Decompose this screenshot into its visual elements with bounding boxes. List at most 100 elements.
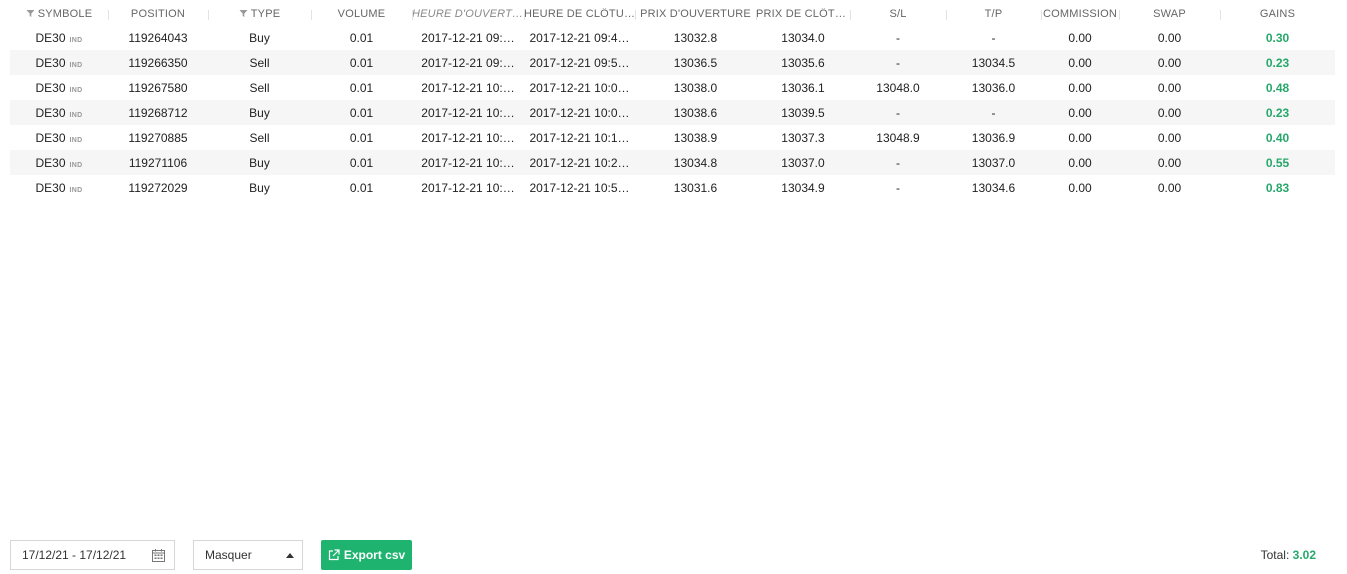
symbol-code: DE30 bbox=[35, 105, 66, 120]
column-header-volume[interactable]: VOLUME bbox=[311, 8, 412, 20]
column-label-tp: T/P bbox=[984, 8, 1003, 20]
symbol-tag: IND bbox=[69, 36, 83, 44]
column-label-volume: VOLUME bbox=[337, 8, 386, 20]
cell-close-time: 2017-12-21 10:0… bbox=[529, 105, 630, 120]
cell-position: 119264043 bbox=[128, 30, 188, 45]
visibility-select-value: Masquer bbox=[205, 548, 252, 562]
column-header-swap[interactable]: SWAP bbox=[1119, 8, 1220, 20]
export-icon bbox=[328, 549, 340, 561]
symbol-tag: IND bbox=[69, 161, 83, 169]
cell-open-price: 13038.0 bbox=[673, 80, 718, 95]
cell-swap: 0.00 bbox=[1157, 155, 1182, 170]
cell-close-time: 2017-12-21 10:2… bbox=[529, 155, 630, 170]
column-label-close-price: PRIX DE CLÔTURE bbox=[756, 8, 850, 20]
table-row[interactable]: DE30 IND 119271106 Buy 0.01 2017-12-21 10… bbox=[10, 150, 1335, 175]
cell-close-price: 13037.3 bbox=[781, 130, 825, 145]
symbol-code: DE30 bbox=[35, 30, 66, 45]
table-row[interactable]: DE30 IND 119264043 Buy 0.01 2017-12-21 09… bbox=[10, 25, 1335, 50]
column-header-commission[interactable]: COMMISSION bbox=[1041, 8, 1119, 20]
column-header-tp[interactable]: T/P bbox=[946, 8, 1041, 20]
cell-commission: 0.00 bbox=[1068, 155, 1092, 170]
cell-commission: 0.00 bbox=[1068, 55, 1092, 70]
cell-close-time: 2017-12-21 10:5… bbox=[529, 180, 630, 195]
column-label-commission: COMMISSION bbox=[1042, 8, 1118, 20]
cell-tp: 13034.5 bbox=[971, 55, 1016, 70]
column-header-open-time[interactable]: HEURE D'OUVERTURE bbox=[412, 8, 524, 20]
cell-swap: 0.00 bbox=[1157, 130, 1182, 145]
cell-open-time: 2017-12-21 10:… bbox=[421, 130, 515, 145]
column-label-gains: GAINS bbox=[1259, 8, 1296, 20]
table-row[interactable]: DE30 IND 119268712 Buy 0.01 2017-12-21 10… bbox=[10, 100, 1335, 125]
cell-open-time: 2017-12-21 09:… bbox=[421, 55, 515, 70]
cell-volume: 0.01 bbox=[349, 155, 374, 170]
cell-volume: 0.01 bbox=[349, 80, 374, 95]
cell-type: Sell bbox=[249, 130, 270, 145]
cell-open-time: 2017-12-21 10:… bbox=[421, 180, 515, 195]
column-label-close-time: HEURE DE CLÔTURE bbox=[524, 8, 635, 20]
table-row[interactable]: DE30 IND 119267580 Sell 0.01 2017-12-21 1… bbox=[10, 75, 1335, 100]
cell-gains: 0.55 bbox=[1265, 155, 1290, 170]
cell-close-time: 2017-12-21 10:1… bbox=[529, 130, 630, 145]
cell-position: 119266350 bbox=[128, 55, 188, 70]
cell-close-price: 13037.0 bbox=[781, 155, 825, 170]
cell-sl: - bbox=[896, 55, 900, 70]
cell-gains: 0.83 bbox=[1265, 180, 1290, 195]
calendar-icon[interactable] bbox=[152, 549, 165, 562]
column-header-position[interactable]: POSITION bbox=[108, 8, 208, 20]
cell-swap: 0.00 bbox=[1157, 30, 1182, 45]
column-header-close-price[interactable]: PRIX DE CLÔTURE bbox=[756, 8, 850, 20]
total-label: Total: bbox=[1260, 548, 1290, 562]
cell-swap: 0.00 bbox=[1157, 55, 1182, 70]
cell-type: Buy bbox=[249, 30, 270, 45]
cell-symbol: DE30 IND bbox=[10, 156, 108, 170]
cell-type: Sell bbox=[249, 80, 270, 95]
cell-sl: - bbox=[896, 180, 900, 195]
cell-tp: 13036.9 bbox=[971, 130, 1016, 145]
symbol-code: DE30 bbox=[35, 55, 66, 70]
cell-sl: - bbox=[896, 30, 900, 45]
column-header-open-price[interactable]: PRIX D'OUVERTURE bbox=[635, 8, 756, 20]
cell-commission: 0.00 bbox=[1068, 30, 1092, 45]
cell-open-price: 13031.6 bbox=[673, 180, 718, 195]
cell-position: 119268712 bbox=[128, 105, 188, 120]
date-range-picker[interactable]: 17/12/21 - 17/12/21 bbox=[10, 540, 175, 570]
table-row[interactable]: DE30 IND 119266350 Sell 0.01 2017-12-21 0… bbox=[10, 50, 1335, 75]
symbol-code: DE30 bbox=[35, 180, 66, 195]
cell-symbol: DE30 IND bbox=[10, 106, 108, 120]
symbol-code: DE30 bbox=[35, 155, 66, 170]
cell-commission: 0.00 bbox=[1068, 180, 1092, 195]
export-csv-button[interactable]: Export csv bbox=[321, 540, 412, 570]
filter-icon[interactable] bbox=[239, 9, 248, 18]
symbol-code: DE30 bbox=[35, 130, 66, 145]
visibility-select[interactable]: Masquer bbox=[193, 540, 303, 570]
symbol-code: DE30 bbox=[35, 80, 66, 95]
cell-tp: 13036.0 bbox=[971, 80, 1016, 95]
column-header-sl[interactable]: S/L bbox=[850, 8, 946, 20]
cell-sl: - bbox=[896, 105, 900, 120]
column-header-type[interactable]: TYPE bbox=[208, 8, 311, 20]
cell-symbol: DE30 IND bbox=[10, 31, 108, 45]
cell-open-price: 13034.8 bbox=[673, 155, 718, 170]
cell-position: 119267580 bbox=[128, 80, 188, 95]
cell-swap: 0.00 bbox=[1157, 80, 1182, 95]
cell-volume: 0.01 bbox=[349, 105, 374, 120]
column-header-symbol[interactable]: SYMBOLE bbox=[10, 8, 108, 20]
table-row[interactable]: DE30 IND 119272029 Buy 0.01 2017-12-21 10… bbox=[10, 175, 1335, 200]
cell-volume: 0.01 bbox=[349, 55, 374, 70]
cell-open-time: 2017-12-21 09:… bbox=[421, 30, 515, 45]
column-label-symbol: SYMBOLE bbox=[37, 8, 93, 20]
filter-icon[interactable] bbox=[26, 9, 35, 18]
cell-swap: 0.00 bbox=[1157, 180, 1182, 195]
cell-symbol: DE30 IND bbox=[10, 131, 108, 145]
table-row[interactable]: DE30 IND 119270885 Sell 0.01 2017-12-21 1… bbox=[10, 125, 1335, 150]
cell-position: 119271106 bbox=[128, 155, 188, 170]
cell-close-price: 13034.9 bbox=[781, 180, 825, 195]
cell-commission: 0.00 bbox=[1068, 130, 1092, 145]
cell-sl: 13048.9 bbox=[876, 130, 920, 145]
cell-commission: 0.00 bbox=[1068, 80, 1092, 95]
column-header-gains[interactable]: GAINS bbox=[1220, 8, 1335, 20]
column-header-close-time[interactable]: HEURE DE CLÔTURE bbox=[524, 8, 635, 20]
date-range-value: 17/12/21 - 17/12/21 bbox=[22, 548, 127, 562]
cell-open-price: 13036.5 bbox=[673, 55, 718, 70]
cell-gains: 0.23 bbox=[1265, 105, 1290, 120]
